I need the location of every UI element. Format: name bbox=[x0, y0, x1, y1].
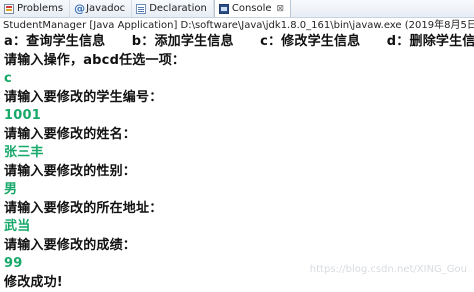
watermark: https://blog.csdn.net/XING_Gou bbox=[310, 264, 467, 275]
close-tab-icon[interactable]: ⊠ bbox=[277, 4, 285, 14]
tab-javadoc[interactable]: @ Javadoc bbox=[70, 0, 132, 17]
tab-console-label: Console bbox=[232, 3, 272, 14]
tab-declaration-label: Declaration bbox=[149, 3, 207, 14]
console-input-line: 张三丰 bbox=[4, 144, 474, 163]
console-output-line: 请输入要修改的性别： bbox=[4, 163, 474, 182]
problems-icon bbox=[4, 4, 14, 14]
declaration-icon bbox=[136, 4, 146, 14]
console-input-line: 男 bbox=[4, 181, 474, 200]
console-output-line: 请输入要修改的姓名： bbox=[4, 126, 474, 145]
view-tab-bar: Problems @ Javadoc Declaration Console ⊠ bbox=[0, 0, 474, 18]
console-output-line: 修改成功! bbox=[4, 274, 474, 292]
console-input-line: 武当 bbox=[4, 218, 474, 237]
console-input-line: 1001 bbox=[4, 107, 474, 126]
tab-javadoc-label: Javadoc bbox=[86, 3, 125, 14]
tab-problems[interactable]: Problems bbox=[0, 0, 70, 17]
console-output-line: 请输入要修改的成绩： bbox=[4, 237, 474, 256]
tab-declaration[interactable]: Declaration bbox=[132, 0, 214, 17]
console-input-line: c bbox=[4, 70, 474, 89]
tab-problems-label: Problems bbox=[17, 3, 63, 14]
console-output[interactable]: a：查询学生信息 b：添加学生信息 c：修改学生信息 d：删除学生信息请输入操作… bbox=[4, 33, 474, 292]
console-output-line: 请输入要修改的所在地址： bbox=[4, 200, 474, 219]
console-title: StudentManager [Java Application] D:\sof… bbox=[0, 19, 474, 33]
console-output-line: a：查询学生信息 b：添加学生信息 c：修改学生信息 d：删除学生信息 bbox=[4, 33, 474, 52]
tab-console[interactable]: Console ⊠ bbox=[214, 0, 291, 17]
console-output-line: 请输入操作，abcd任选一项： bbox=[4, 52, 474, 71]
console-output-line: 请输入要修改的学生编号： bbox=[4, 89, 474, 108]
javadoc-icon: @ bbox=[74, 4, 83, 14]
console-icon bbox=[219, 4, 229, 14]
